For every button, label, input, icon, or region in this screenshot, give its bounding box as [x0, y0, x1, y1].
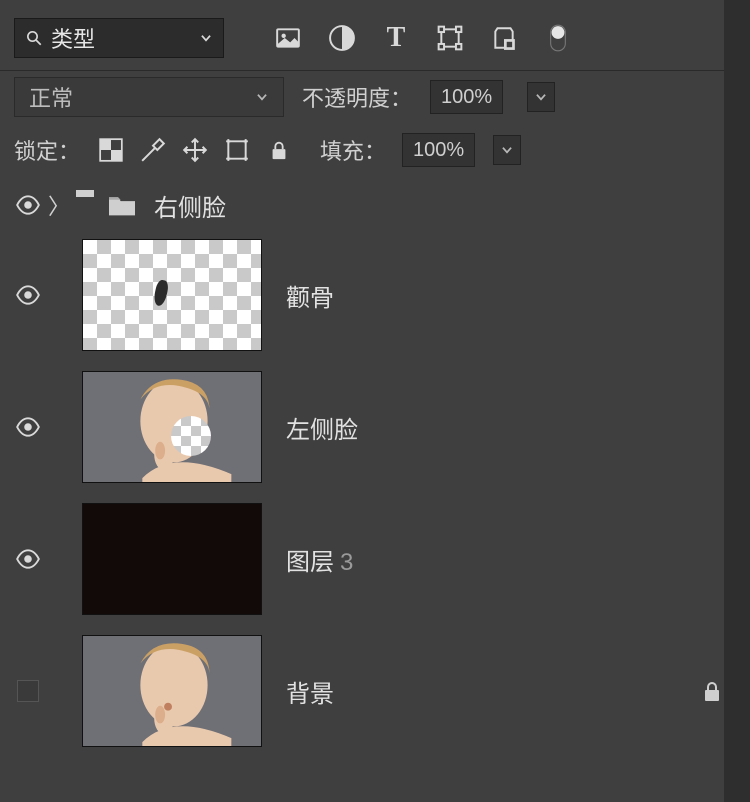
- blend-opacity-bar: 正常 不透明度： 100%: [0, 71, 750, 127]
- filter-type-label: 类型: [51, 22, 199, 54]
- lock-transparency-icon[interactable]: [96, 135, 126, 165]
- layer-name[interactable]: 左侧脸: [286, 410, 358, 445]
- layer-row[interactable]: 背景: [0, 625, 750, 757]
- fill-input[interactable]: 100%: [402, 133, 475, 167]
- visibility-toggle[interactable]: [14, 545, 42, 573]
- smart-object-filter-icon[interactable]: [490, 24, 518, 52]
- fill-label: 填充：: [320, 134, 386, 166]
- opacity-input[interactable]: 100%: [430, 80, 503, 114]
- layers-panel: 类型 T 正常: [0, 0, 750, 757]
- visibility-toggle[interactable]: [14, 413, 42, 441]
- layer-name[interactable]: 图层3: [286, 542, 353, 577]
- chevron-down-icon: [255, 90, 269, 104]
- lock-pixels-icon[interactable]: [138, 135, 168, 165]
- layer-name[interactable]: 右侧脸: [154, 188, 226, 223]
- adjustment-layer-filter-icon[interactable]: [328, 24, 356, 52]
- image-layer-filter-icon[interactable]: [274, 24, 302, 52]
- chevron-down-icon: [534, 90, 548, 104]
- layer-name[interactable]: 颧骨: [286, 278, 334, 313]
- lock-fill-bar: 锁定： 填充： 100%: [0, 127, 750, 177]
- visibility-toggle[interactable]: [17, 680, 39, 702]
- fill-slider-toggle[interactable]: [493, 135, 521, 165]
- text-layer-filter-icon[interactable]: T: [382, 24, 410, 52]
- folder-icon: [104, 192, 140, 218]
- layer-thumbnail[interactable]: [82, 635, 262, 747]
- search-icon: [25, 29, 43, 47]
- filter-toggle-switch[interactable]: [544, 24, 572, 52]
- visibility-toggle[interactable]: [14, 191, 42, 219]
- layer-thumbnail[interactable]: [82, 503, 262, 615]
- opacity-slider-toggle[interactable]: [527, 82, 555, 112]
- chevron-down-icon: [500, 143, 514, 157]
- opacity-label: 不透明度：: [302, 81, 412, 113]
- fill-value: 100%: [413, 139, 464, 162]
- lock-all-icon[interactable]: [264, 135, 294, 165]
- layer-name[interactable]: 背景: [286, 674, 334, 709]
- filter-type-dropdown[interactable]: 类型: [14, 18, 224, 58]
- scrollbar[interactable]: [724, 0, 750, 802]
- lock-icon: [700, 679, 724, 703]
- lock-artboard-icon[interactable]: [222, 135, 252, 165]
- lock-label: 锁定：: [14, 134, 80, 166]
- layer-row[interactable]: 图层3: [0, 493, 750, 625]
- layer-row[interactable]: 左侧脸: [0, 361, 750, 493]
- filter-bar: 类型 T: [0, 10, 750, 71]
- mask-link-indicator: [76, 190, 94, 197]
- blend-mode-dropdown[interactable]: 正常: [14, 77, 284, 117]
- opacity-value: 100%: [441, 86, 492, 109]
- layer-thumbnail[interactable]: [82, 371, 262, 483]
- shape-layer-filter-icon[interactable]: [436, 24, 464, 52]
- visibility-toggle[interactable]: [14, 281, 42, 309]
- lock-position-icon[interactable]: [180, 135, 210, 165]
- group-disclosure[interactable]: 〉: [48, 189, 68, 221]
- layers-list: 〉 右侧脸 颧骨: [0, 177, 750, 757]
- blend-mode-value: 正常: [29, 81, 73, 113]
- chevron-down-icon: [199, 31, 213, 45]
- layer-row[interactable]: 颧骨: [0, 229, 750, 361]
- layer-group-row[interactable]: 〉 右侧脸: [0, 181, 750, 229]
- filter-type-icons: T: [274, 24, 572, 52]
- layer-thumbnail[interactable]: [82, 239, 262, 351]
